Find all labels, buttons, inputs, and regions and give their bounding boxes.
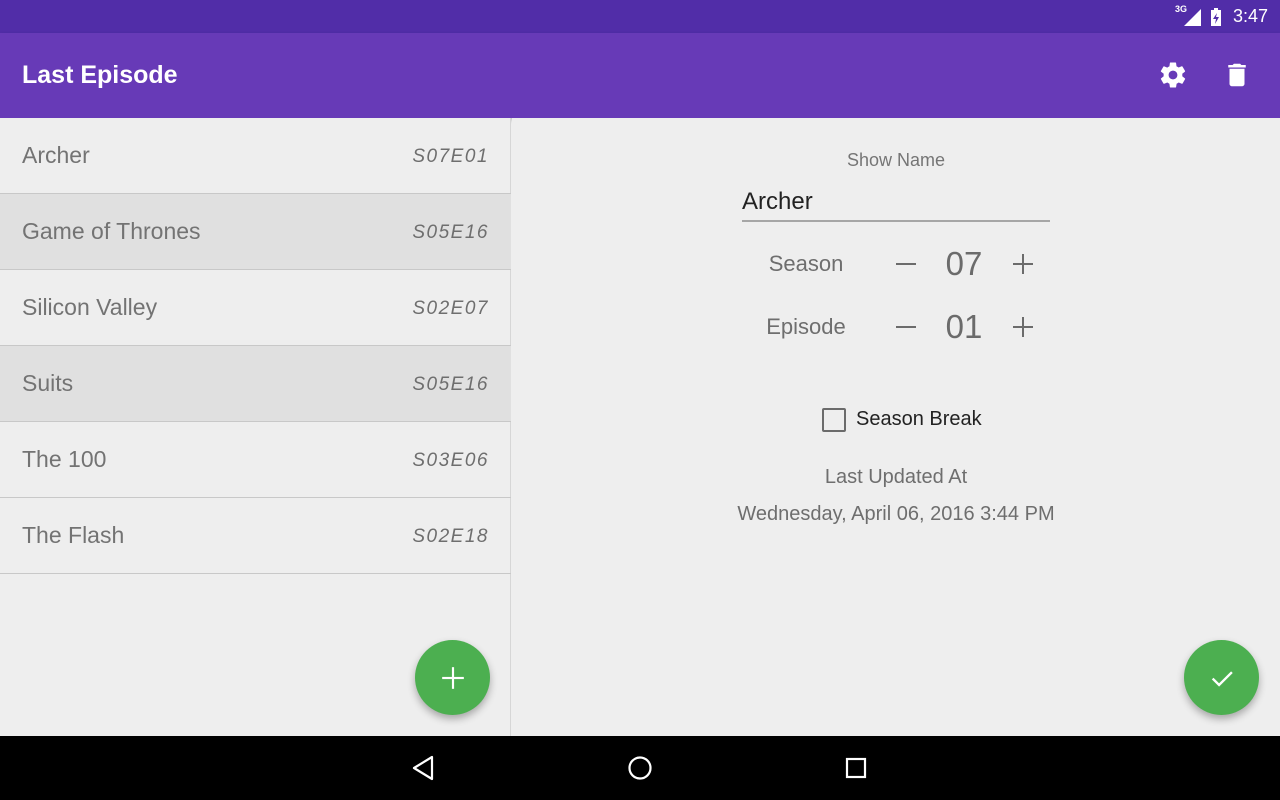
- season-break-label[interactable]: Season Break: [856, 408, 982, 431]
- last-updated-label: Last Updated At: [824, 466, 968, 488]
- episode-decrement-button[interactable]: [886, 307, 926, 347]
- list-item[interactable]: The Flash S02E18: [0, 498, 511, 574]
- show-name-label: Show Name: [846, 150, 946, 170]
- list-item[interactable]: Silicon Valley S02E07: [0, 270, 511, 346]
- gear-icon: [1160, 62, 1186, 88]
- add-show-button[interactable]: [415, 640, 490, 715]
- season-increment-button[interactable]: [1003, 244, 1043, 284]
- episode-value: 01: [945, 308, 983, 345]
- show-episode: S05E16: [412, 374, 489, 395]
- back-icon: [412, 755, 434, 781]
- status-time: 3:47: [1232, 6, 1268, 26]
- show-title: Suits: [22, 370, 74, 396]
- season-decrement-button[interactable]: [886, 244, 926, 284]
- list-item[interactable]: The 100 S03E06: [0, 422, 511, 498]
- show-title: Archer: [22, 142, 90, 168]
- plus-icon: [1013, 317, 1033, 337]
- app-bar: Last Episode: [0, 33, 1280, 118]
- show-episode: S02E18: [412, 526, 489, 547]
- season-value: 07: [945, 245, 983, 282]
- app-title: Last Episode: [22, 61, 178, 89]
- show-title: Game of Thrones: [22, 218, 201, 244]
- show-title: The Flash: [22, 522, 125, 548]
- episode-label: Episode: [766, 314, 846, 339]
- minus-icon: [896, 263, 916, 265]
- plus-icon: [1013, 254, 1033, 274]
- recents-icon: [845, 757, 867, 779]
- signal-icon: 3G: [1175, 4, 1203, 27]
- check-icon: [1211, 670, 1233, 687]
- list-item[interactable]: Suits S05E16: [0, 346, 511, 422]
- minus-icon: [896, 326, 916, 328]
- season-break-checkbox[interactable]: [822, 408, 846, 432]
- save-button[interactable]: [1184, 640, 1259, 715]
- trash-icon: [1228, 63, 1246, 87]
- last-updated-value: Wednesday, April 06, 2016 3:44 PM: [737, 503, 1055, 525]
- recents-button[interactable]: [836, 748, 876, 788]
- settings-button[interactable]: [1155, 57, 1191, 93]
- show-episode: S07E01: [412, 146, 489, 167]
- network-type-label: 3G: [1174, 3, 1187, 14]
- show-title: Silicon Valley: [22, 294, 158, 320]
- show-episode: S05E16: [412, 222, 489, 243]
- episode-increment-button[interactable]: [1003, 307, 1043, 347]
- season-label: Season: [768, 251, 844, 276]
- status-icons: 3G 3:47: [1175, 0, 1268, 33]
- list-item[interactable]: Game of Thrones S05E16: [0, 194, 511, 270]
- status-bar: 3G 3:47: [0, 0, 1280, 33]
- show-name-input[interactable]: Archer: [742, 184, 1050, 222]
- home-button[interactable]: [620, 748, 660, 788]
- navigation-bar: [0, 736, 1280, 800]
- show-title: The 100: [22, 446, 107, 472]
- show-episode: S03E06: [412, 450, 489, 471]
- delete-button[interactable]: [1219, 57, 1255, 93]
- back-button[interactable]: [404, 748, 444, 788]
- show-episode: S02E07: [412, 298, 489, 319]
- home-icon: [628, 756, 652, 780]
- list-item[interactable]: Archer S07E01: [0, 118, 511, 194]
- plus-icon: [441, 666, 464, 689]
- battery-charging-icon: [1209, 7, 1223, 27]
